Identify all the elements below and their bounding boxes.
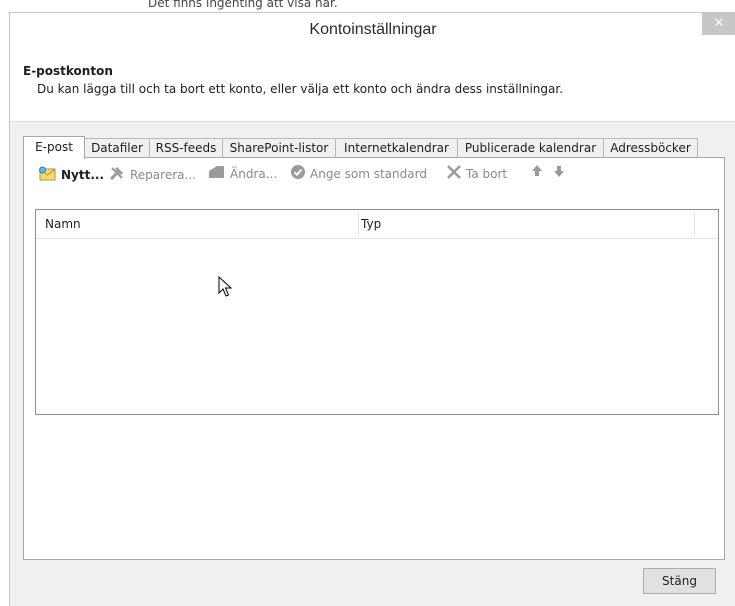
checkmark-circle-icon [290, 164, 306, 185]
list-header: Namn Typ [36, 210, 718, 239]
section-description: Du kan lägga till och ta bort ett konto,… [37, 82, 564, 96]
tab-datafiler[interactable]: Datafiler [84, 138, 150, 158]
column-header-typ[interactable]: Typ [361, 210, 381, 238]
change-button[interactable]: Ändra... [208, 164, 277, 182]
title-bar: Kontoinställningar ✕ [10, 13, 735, 49]
set-default-label: Ange som standard [310, 167, 427, 181]
repair-button[interactable]: Reparera... [108, 164, 196, 182]
set-default-button[interactable]: Ange som standard [290, 164, 427, 182]
account-settings-dialog: Kontoinställningar ✕ E-postkonton Du kan… [9, 12, 735, 606]
dialog-title: Kontoinställningar [309, 21, 437, 38]
arrow-up-icon [531, 164, 543, 183]
close-dialog-button[interactable]: Stäng [643, 568, 716, 594]
move-down-button[interactable] [553, 164, 569, 182]
column-divider[interactable] [694, 212, 695, 236]
delete-x-icon [446, 164, 462, 185]
new-button[interactable]: Nytt... [37, 164, 104, 182]
toolbar: Nytt... Reparera... Ändra... Ange som st… [24, 158, 724, 188]
tab-internetkalendrar[interactable]: Internetkalendrar [335, 138, 458, 158]
tab-sharepoint-listor[interactable]: SharePoint-listor [222, 138, 336, 158]
tab-panel: Nytt... Reparera... Ändra... Ange som st… [23, 157, 725, 560]
close-icon: ✕ [713, 16, 725, 31]
close-button[interactable]: ✕ [702, 13, 735, 35]
repair-label: Reparera... [130, 168, 196, 182]
account-list[interactable]: Namn Typ [35, 209, 719, 415]
arrow-down-icon [553, 164, 565, 183]
repair-tools-icon [108, 164, 126, 187]
change-label: Ändra... [230, 167, 278, 181]
header-area: E-postkonton Du kan lägga till och ta bo… [10, 49, 735, 122]
remove-label: Ta bort [466, 167, 508, 181]
tab-rss-feeds[interactable]: RSS-feeds [149, 138, 223, 158]
column-divider[interactable] [358, 212, 359, 236]
tab-adressbocker[interactable]: Adressböcker [603, 138, 698, 158]
tab-publicerade-kalendrar[interactable]: Publicerade kalendrar [457, 138, 604, 158]
new-label: Nytt... [61, 168, 105, 182]
new-account-icon [37, 164, 57, 187]
tab-e-post[interactable]: E-post [23, 136, 85, 159]
mouse-pointer-icon [218, 275, 233, 301]
change-account-icon [208, 164, 226, 185]
column-header-namn[interactable]: Namn [45, 210, 81, 238]
move-up-button[interactable] [531, 164, 547, 182]
remove-button[interactable]: Ta bort [446, 164, 507, 182]
section-title: E-postkonton [23, 64, 113, 78]
background-window-text: Det finns ingenting att visa här. [148, 0, 338, 10]
